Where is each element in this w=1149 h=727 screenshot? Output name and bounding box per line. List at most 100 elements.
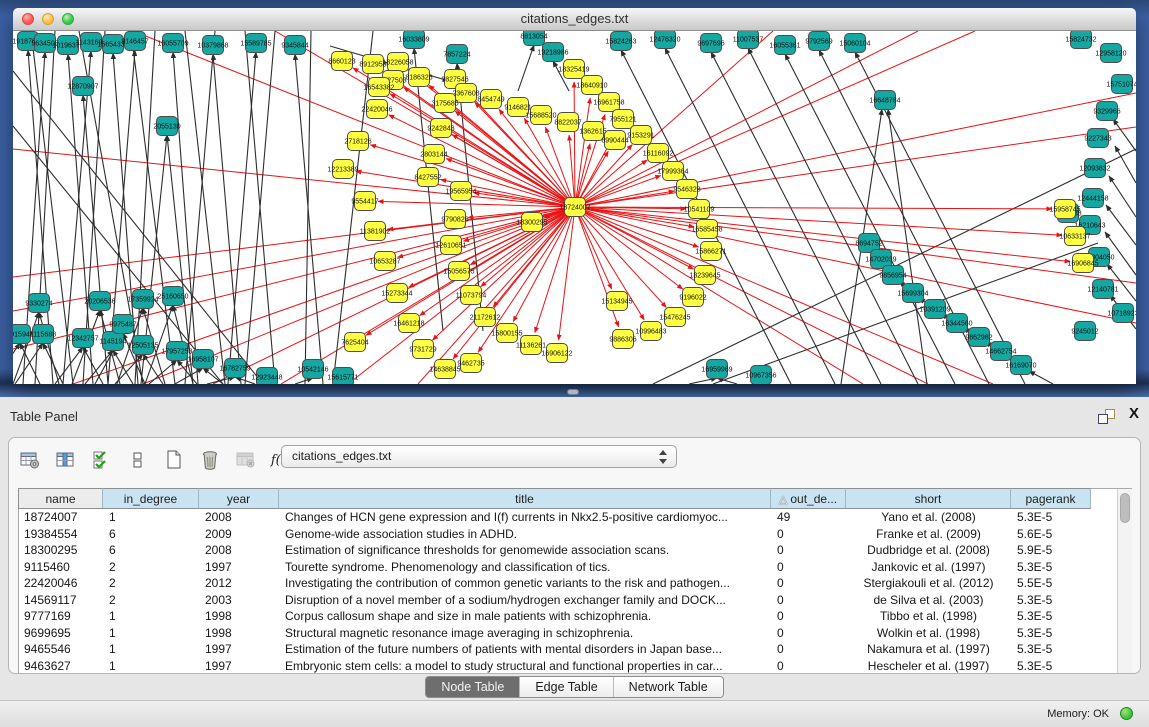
- window-minimize-button[interactable]: [42, 13, 54, 25]
- svg-text:15824732: 15824732: [1065, 37, 1096, 44]
- cell-short: Stergiakouli et al. (2012): [846, 575, 1011, 592]
- column-header-pagerank[interactable]: pagerank: [1011, 488, 1091, 509]
- create-column-icon[interactable]: [163, 449, 185, 471]
- svg-text:8822037: 8822037: [554, 120, 581, 127]
- column-header-name[interactable]: name: [18, 488, 103, 509]
- svg-text:12476320: 12476320: [649, 37, 680, 44]
- svg-text:9345844: 9345844: [281, 43, 308, 50]
- vertical-scrollbar[interactable]: [1117, 489, 1132, 673]
- table-selector-dropdown[interactable]: citations_edges.txt: [281, 445, 677, 468]
- cell-out-de-: 0: [771, 625, 846, 642]
- svg-text:9862982: 9862982: [965, 335, 992, 342]
- cell-short: Yano et al. (2008): [846, 509, 1011, 526]
- svg-text:18226058: 18226058: [382, 60, 413, 67]
- svg-text:9329966: 9329966: [1093, 109, 1120, 116]
- svg-text:8813054: 8813054: [520, 34, 547, 41]
- svg-text:12093832: 12093832: [1079, 166, 1110, 173]
- scrollbar-thumb[interactable]: [1120, 493, 1130, 523]
- citation-network-graph[interactable]: 1918766896345081019637811431692156543349…: [13, 31, 1136, 384]
- svg-text:18325419: 18325419: [558, 67, 589, 74]
- svg-text:15060104: 15060104: [839, 41, 870, 48]
- table-row[interactable]: 1872400712008Changes of HCN gene express…: [18, 509, 1091, 526]
- cell-name: 18300295: [18, 542, 103, 559]
- column-header-year[interactable]: year: [199, 488, 279, 509]
- svg-text:25160650: 25160650: [157, 294, 188, 301]
- float-panel-icon[interactable]: [1098, 409, 1115, 424]
- svg-text:16648784: 16648784: [869, 98, 900, 105]
- cell-pagerank: 5.3E-5: [1011, 625, 1091, 642]
- svg-text:12958120: 12958120: [1095, 51, 1126, 58]
- svg-text:9146457: 9146457: [121, 39, 148, 46]
- network-desktop: citations_edges.txt 19187668963450810196…: [0, 0, 1149, 397]
- cell-pagerank: 5.9E-5: [1011, 542, 1091, 559]
- cell-year: 1997: [199, 559, 279, 576]
- window-close-button[interactable]: [22, 13, 34, 25]
- svg-text:16585458: 16585458: [691, 227, 722, 234]
- svg-text:20206536: 20206536: [84, 299, 115, 306]
- table-row[interactable]: 2242004622012Investigating the contribut…: [18, 575, 1091, 592]
- column-header-title[interactable]: title: [279, 488, 771, 509]
- network-graph-canvas[interactable]: 1918766896345081019637811431692156543349…: [13, 31, 1136, 384]
- svg-text:7625404: 7625404: [341, 340, 368, 347]
- column-header-in-degree[interactable]: in_degree: [103, 488, 199, 509]
- cell-pagerank: 5.3E-5: [1011, 559, 1091, 576]
- svg-text:12213389: 12213389: [327, 167, 358, 174]
- row-options-icon[interactable]: [127, 449, 149, 471]
- cell-out-de-: 0: [771, 526, 846, 543]
- splitter-grip[interactable]: [567, 389, 579, 395]
- cell-pagerank: 5.3E-5: [1011, 641, 1091, 658]
- cell-short: Franke et al. (2009): [846, 526, 1011, 543]
- cell-short: de Silva et al. (2003): [846, 592, 1011, 609]
- table-row[interactable]: 1938455462009Genome-wide association stu…: [18, 526, 1091, 543]
- cell-name: 19384554: [18, 526, 103, 543]
- svg-text:2055130: 2055130: [153, 124, 180, 131]
- cell-title: Structural magnetic resonance image aver…: [279, 625, 771, 642]
- cell-in-degree: 2: [103, 592, 199, 609]
- cell-in-degree: 1: [103, 625, 199, 642]
- svg-text:12140781: 12140781: [1087, 287, 1118, 294]
- delete-table-icon[interactable]: [235, 449, 257, 471]
- table-row[interactable]: 946362711997Embryonic stem cells: a mode…: [18, 658, 1091, 675]
- svg-text:11136261: 11136261: [516, 343, 546, 350]
- cell-title: Disruption of a novel member of a sodium…: [279, 592, 771, 609]
- cell-in-degree: 2: [103, 575, 199, 592]
- cell-pagerank: 5.5E-5: [1011, 575, 1091, 592]
- column-header-out-de-[interactable]: △out_de...: [771, 488, 846, 509]
- cell-title: Tourette syndrome. Phenomenology and cla…: [279, 559, 771, 576]
- window-zoom-button[interactable]: [62, 13, 74, 25]
- cell-year: 2008: [199, 509, 279, 526]
- svg-text:9731729: 9731729: [409, 347, 436, 354]
- svg-text:9554417: 9554417: [351, 199, 378, 206]
- cell-short: Nakamura et al. (1997): [846, 641, 1011, 658]
- table-row[interactable]: 1830029562008Estimation of significance …: [18, 542, 1091, 559]
- tab-node-table[interactable]: Node Table: [426, 677, 519, 697]
- table-row[interactable]: 911546021997Tourette syndrome. Phenomeno…: [18, 559, 1091, 576]
- cell-short: Tibbo et al. (1998): [846, 608, 1011, 625]
- table-row[interactable]: 1456911722003Disruption of a novel membe…: [18, 592, 1091, 609]
- svg-text:9196022: 9196022: [679, 295, 706, 302]
- svg-text:14638845: 14638845: [429, 367, 460, 374]
- svg-text:15958745: 15958745: [1049, 207, 1080, 214]
- column-visibility-icon[interactable]: [55, 449, 77, 471]
- cell-year: 2003: [199, 592, 279, 609]
- svg-text:9546328: 9546328: [673, 187, 700, 194]
- cell-out-de-: 49: [771, 509, 846, 526]
- tab-edge-table[interactable]: Edge Table: [519, 677, 612, 697]
- svg-text:12610651: 12610651: [435, 243, 466, 250]
- table-row[interactable]: 969969511998Structural magnetic resonanc…: [18, 625, 1091, 642]
- network-window-titlebar[interactable]: citations_edges.txt: [13, 8, 1136, 31]
- status-bar: Memory: OK: [0, 700, 1149, 727]
- svg-text:15273344: 15273344: [381, 291, 412, 298]
- svg-text:15699304: 15699304: [897, 291, 928, 298]
- table-row[interactable]: 977716911998Corpus callosum shape and si…: [18, 608, 1091, 625]
- column-header-short[interactable]: short: [846, 488, 1011, 509]
- svg-text:16169070: 16169070: [1005, 363, 1036, 370]
- select-columns-icon[interactable]: [91, 449, 113, 471]
- close-panel-icon[interactable]: X: [1129, 405, 1139, 422]
- cell-out-de-: 0: [771, 641, 846, 658]
- table-row[interactable]: 946554611997Estimation of the future num…: [18, 641, 1091, 658]
- svg-text:15688520: 15688520: [525, 113, 556, 120]
- delete-column-icon[interactable]: [199, 449, 221, 471]
- table-mode-icon[interactable]: [19, 449, 41, 471]
- tab-network-table[interactable]: Network Table: [613, 677, 723, 697]
